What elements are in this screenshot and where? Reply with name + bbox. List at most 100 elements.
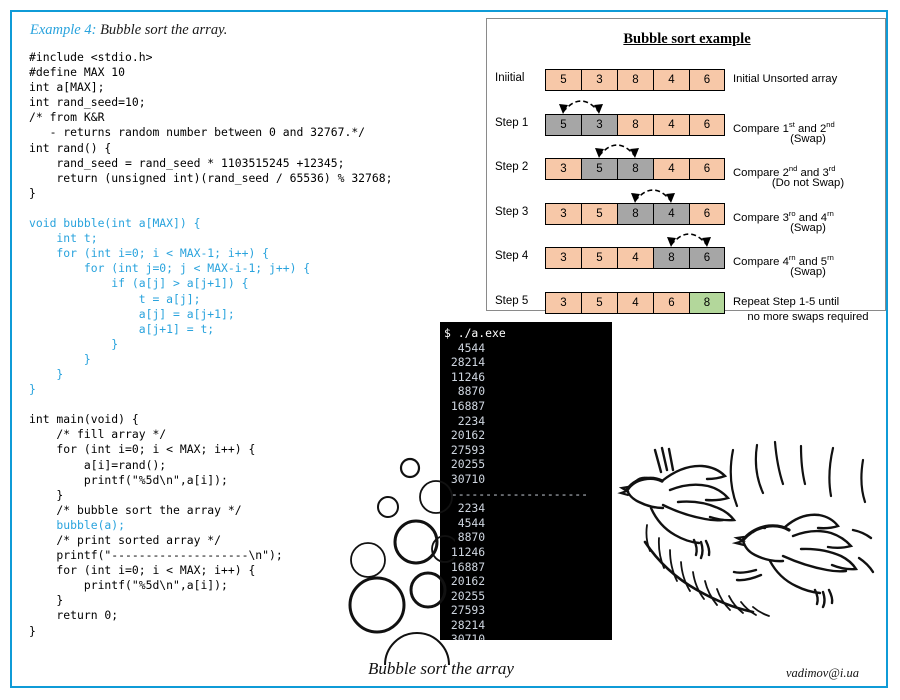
array-cell: 6 <box>689 113 725 136</box>
array-cells: 53846 <box>545 69 725 91</box>
terminal-line-unsorted: 2234 <box>444 413 486 428</box>
bubble-sort-example-title: Bubble sort example <box>623 31 751 47</box>
terminal-line-sorted: 20255 <box>444 588 486 603</box>
terminal-separator: -------------------- <box>444 486 589 501</box>
array-cell: 8 <box>653 247 689 269</box>
array-cell: 3 <box>545 247 581 269</box>
array-cell: 3 <box>581 113 617 136</box>
slide-canvas: Example 4: Bubble sort the array. #inclu… <box>0 0 900 700</box>
code-line: /* from K&R <box>29 110 105 125</box>
birds-drawing <box>615 420 890 650</box>
terminal-line-sorted: 2234 <box>444 501 486 516</box>
terminal-line-unsorted: 4544 <box>444 340 486 355</box>
array-cell: 4 <box>617 291 653 314</box>
code-line: int t; <box>29 231 98 246</box>
array-cell: 3 <box>545 202 581 225</box>
code-line: } <box>29 185 36 200</box>
array-cell: 3 <box>581 69 617 91</box>
code-line: rand_seed = rand_seed * 1103515245 +1234… <box>29 155 345 170</box>
page-title-text: Bubble sort the array. <box>96 22 228 38</box>
row-note-secondary: (Swap) <box>790 132 826 145</box>
terminal-line-unsorted: 16887 <box>444 398 486 413</box>
terminal-line-sorted: 28214 <box>444 617 486 632</box>
bubble-sort-example-box: Bubble sort example Iniitial 5 3 8 4 6 Initial… <box>486 18 887 323</box>
code-line: } <box>29 351 91 366</box>
code-line: for (int j=0; j < MAX-i-1; j++) { <box>29 261 311 276</box>
array-cell: 4 <box>653 113 689 136</box>
array-cell: 6 <box>689 247 725 269</box>
code-line: t = a[j]; <box>29 291 201 306</box>
array-cell: 6 <box>689 158 725 180</box>
array-cells: 53846 <box>545 113 725 136</box>
array-cell: 5 <box>545 113 581 136</box>
row-note-secondary: (Swap) <box>790 266 826 278</box>
code-line: } <box>29 336 119 351</box>
bubbles-drawing <box>340 450 459 698</box>
terminal-prompt: $ ./a.exe <box>444 326 506 340</box>
array-cell: 3 <box>545 291 581 314</box>
code-line: int a[MAX]; <box>29 80 105 95</box>
bubble-sort-row: Step 5 3 5 4 6 8 Repeat Step 1-5 until no more … <box>487 291 887 323</box>
terminal-line-sorted: 16887 <box>444 559 486 574</box>
array-cell: 4 <box>653 69 689 91</box>
code-line: a[j+1] = t; <box>29 321 215 336</box>
birds-svg <box>617 440 875 617</box>
page-title-prefix: Example 4: <box>30 22 97 38</box>
author-contact: vadimov@i.ua <box>786 666 859 680</box>
code-line: } <box>29 382 36 397</box>
terminal-line-sorted: 11246 <box>444 544 486 559</box>
terminal-line-sorted: 8870 <box>444 530 486 545</box>
terminal-output: $ ./a.exe 4544 28214 11246 8870 16887 22… <box>440 322 612 640</box>
terminal-line-unsorted: 28214 <box>444 355 486 370</box>
terminal-line-unsorted: 20255 <box>444 457 486 472</box>
code-line: a[j] = a[j+1]; <box>29 306 235 321</box>
array-cell: 8 <box>617 113 653 136</box>
array-cell: 5 <box>545 69 581 91</box>
bubble-sort-row: Iniitial 5 3 8 4 6 Initial Unsorted array <box>487 69 887 93</box>
row-note-secondary: no more swaps required <box>747 310 869 323</box>
array-cell: 4 <box>617 247 653 269</box>
bubble-sort-row: Step 3 3 5 8 4 6 Compare 3ro and 4rn (Swap) <box>487 202 887 234</box>
array-cell: 3 <box>545 158 581 180</box>
terminal-line-sorted: 30710 <box>444 632 486 640</box>
array-cells: 35846 <box>545 202 725 225</box>
code-line: } <box>29 366 64 381</box>
array-cell: 8 <box>689 291 725 314</box>
bubble-sort-row: Step 2 3 5 8 4 6 Compare 2nd and 3rd (Do not Sw… <box>487 158 887 189</box>
array-cell: 6 <box>689 202 725 225</box>
array-cell: 5 <box>581 247 617 269</box>
array-cell: 8 <box>617 158 653 180</box>
array-cell: 5 <box>581 202 617 225</box>
terminal-line-sorted: 4544 <box>444 515 486 530</box>
row-note-secondary: (Do not Swap) <box>771 177 845 189</box>
bubble-sort-row: Step 1 5 3 8 4 6 Compare 1st and 2nd (Swap) <box>487 113 887 145</box>
code-line: #define MAX 10 <box>29 65 126 80</box>
array-cell: 4 <box>653 158 689 180</box>
terminal-line-unsorted: 27593 <box>444 442 486 457</box>
array-cells: 35468 <box>545 291 725 314</box>
terminal-line-unsorted: 20162 <box>444 428 486 443</box>
code-line: #include <stdio.h> <box>29 50 153 64</box>
array-cells: 35846 <box>545 158 725 180</box>
array-cell: 6 <box>653 291 689 314</box>
terminal-line-unsorted: 8870 <box>444 384 486 399</box>
code-line: return (unsigned int)(rand_seed / 65536)… <box>29 170 393 185</box>
array-cells: 35486 <box>545 247 725 269</box>
slide-caption: Bubble sort the array <box>368 659 514 678</box>
array-cell: 8 <box>617 202 653 225</box>
terminal-line-sorted: 20162 <box>444 574 486 589</box>
code-line: - returns random number between 0 and 32… <box>29 125 366 140</box>
code-line: int main(void) { <box>29 412 139 427</box>
terminal-line-unsorted: 30710 <box>444 471 486 486</box>
array-cell: 5 <box>581 291 617 314</box>
array-cell: 4 <box>653 202 689 225</box>
row-note-secondary: (Swap) <box>790 221 826 234</box>
code-line: for (int i=0; i < MAX-1; i++) { <box>29 246 270 261</box>
row-note: Repeat Step 1-5 until <box>733 295 840 308</box>
terminal-line-unsorted: 11246 <box>444 369 486 384</box>
code-line: /* fill array */ <box>29 427 167 442</box>
code-line: int rand_seed=10; <box>29 95 146 110</box>
bubble-sort-row: Step 4 3 5 4 8 6 Compare 4rn and 5rn (Swap) <box>487 247 887 278</box>
